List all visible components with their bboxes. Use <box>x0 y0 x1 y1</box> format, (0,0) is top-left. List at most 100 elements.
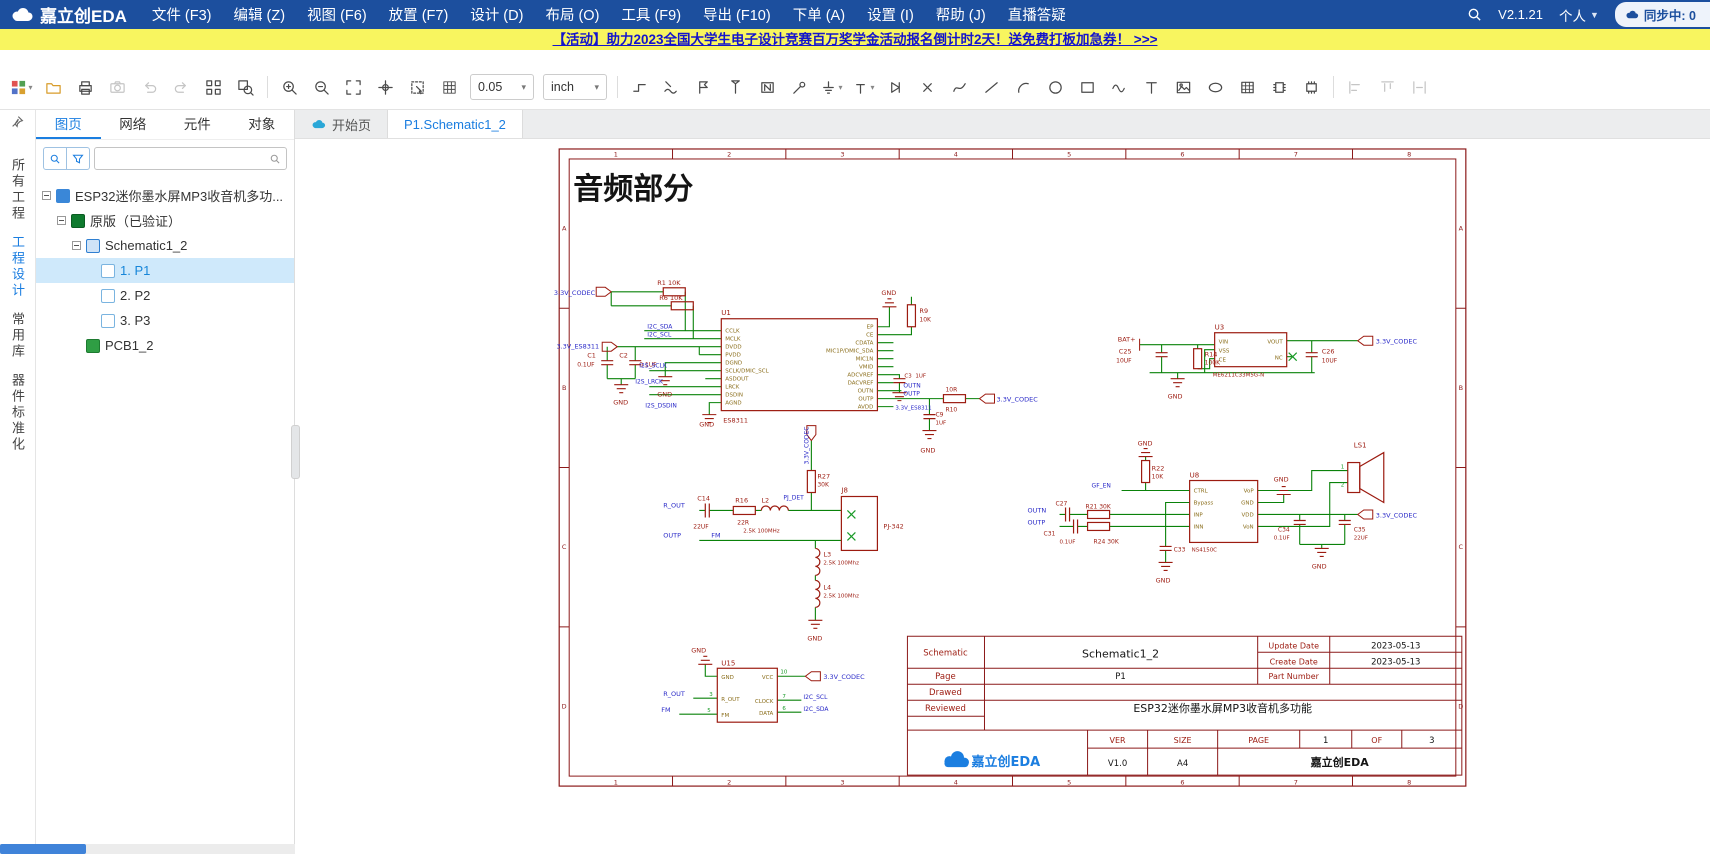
schematic-label[interactable]: 3.3V_CODEC <box>1376 511 1418 519</box>
schematic-label[interactable]: 7 <box>1294 150 1298 158</box>
schematic-label[interactable]: OUTP <box>1028 518 1046 526</box>
promo-banner-link[interactable]: 【活动】助力2023全国大学生电子设计竞赛百万奖学金活动报名倒计时2天！送免费打… <box>553 32 1158 47</box>
global-search-button[interactable] <box>1467 7 1482 22</box>
schematic-label[interactable]: GND <box>1168 393 1183 401</box>
schematic-label[interactable]: MIC1P/DMIC_SDA <box>826 349 874 355</box>
schematic-label[interactable]: GND <box>691 646 706 654</box>
schematic-label[interactable]: VOUT <box>1267 340 1283 346</box>
bezier-button[interactable] <box>1104 72 1135 102</box>
theme-button[interactable]: ▾ <box>6 72 37 102</box>
sheet-table-button[interactable] <box>1232 72 1263 102</box>
schematic-label[interactable]: 3.3V_CODEC <box>823 673 865 681</box>
schematic-label[interactable]: 3.3V_CODEC <box>1376 338 1418 346</box>
menu-item[interactable]: 直播答疑 <box>997 4 1077 25</box>
schematic-label[interactable]: 7 <box>782 694 786 700</box>
schematic-label[interactable]: R22 <box>1152 465 1165 473</box>
schematic-label[interactable]: 10K <box>919 317 932 324</box>
schematic-label[interactable]: I2C_SDA <box>647 324 673 331</box>
tree-expander[interactable] <box>57 216 66 225</box>
schematic-label[interactable]: C9 <box>935 412 943 419</box>
menu-item[interactable]: 文件 (F3) <box>141 4 223 25</box>
schematic-label[interactable]: EP <box>867 325 874 331</box>
activity-tab[interactable]: 常用库 <box>8 312 27 360</box>
schematic-label[interactable]: 1UF <box>915 374 926 380</box>
schematic-label[interactable]: R16 <box>735 496 748 504</box>
schematic-label[interactable]: GND <box>1312 562 1327 570</box>
schematic-label[interactable]: 8 <box>1407 779 1411 787</box>
panel-resize-handle[interactable] <box>291 425 300 479</box>
schematic-label[interactable]: I2C_SCL <box>647 332 672 339</box>
schematic-label[interactable]: 1UF <box>935 421 946 427</box>
line-button[interactable] <box>976 72 1007 102</box>
menu-item[interactable]: 布局 (O) <box>534 4 610 25</box>
tree-expander[interactable] <box>42 191 51 200</box>
schematic-label[interactable]: D <box>562 702 567 710</box>
schematic-label[interactable]: GND <box>1274 476 1289 484</box>
menu-item[interactable]: 视图 (F6) <box>296 4 378 25</box>
redo-button[interactable] <box>166 72 197 102</box>
schematic-label[interactable]: 2 <box>727 779 731 787</box>
schematic-label[interactable]: U15 <box>721 659 735 667</box>
schematic-label[interactable]: R10 <box>945 407 957 414</box>
schematic-label[interactable]: PJ-342 <box>883 522 903 530</box>
schematic-label[interactable]: CE <box>866 333 874 339</box>
schematic-label[interactable]: OUTP <box>858 397 874 403</box>
panel-tab[interactable]: 元件 <box>165 110 230 139</box>
schematic-label[interactable]: 10 <box>780 669 787 675</box>
zoom-in-button[interactable] <box>274 72 305 102</box>
schematic-label[interactable]: VIN <box>1219 340 1228 346</box>
tree-item[interactable]: 1. P1 <box>36 258 294 283</box>
panel-tab[interactable]: 图页 <box>36 110 101 139</box>
schematic-label[interactable]: 3.3V_CODEC <box>803 427 810 465</box>
tree-item[interactable]: PCB1_2 <box>36 333 294 358</box>
schematic-label[interactable]: C1 <box>587 352 596 360</box>
schematic-label[interactable]: I2S_SCLK <box>639 363 668 370</box>
schematic-label[interactable]: DGND <box>725 361 742 367</box>
schematic-label[interactable]: ESP32迷你墨水屏MP3收音机多功能 <box>1133 701 1312 715</box>
schematic-label[interactable]: ADCVREF <box>847 373 873 379</box>
ground-button[interactable]: ▾ <box>816 72 847 102</box>
filter-button[interactable] <box>67 148 89 169</box>
schematic-label[interactable]: VoP <box>1244 489 1255 495</box>
schematic-label[interactable]: 3 <box>840 779 844 787</box>
tree-item[interactable]: 3. P3 <box>36 308 294 333</box>
schematic-label[interactable]: C34 <box>1278 526 1290 533</box>
schematic-label[interactable]: 0.1UF <box>577 362 595 369</box>
schematic-label[interactable]: 音频部分 <box>573 172 693 207</box>
schematic-label[interactable]: D <box>1458 702 1463 710</box>
schematic-label[interactable]: Page <box>935 672 956 682</box>
pin-panel-button[interactable] <box>11 115 24 133</box>
net-label-button[interactable] <box>688 72 719 102</box>
schematic-label[interactable]: V1.0 <box>1108 759 1127 769</box>
schematic-label[interactable]: L2 <box>761 496 769 504</box>
schematic-label[interactable]: 3 <box>1429 736 1434 746</box>
grid-size-select[interactable]: 0.05 ▾ <box>470 74 534 100</box>
schematic-label[interactable]: R1 10K <box>657 279 681 287</box>
schematic-label[interactable]: A <box>1459 225 1464 233</box>
schematic-label[interactable]: OUTN <box>858 389 874 395</box>
schematic-label[interactable]: 2023-05-13 <box>1371 657 1420 667</box>
schematic-label[interactable]: FM <box>711 531 720 539</box>
menu-item[interactable]: 设计 (D) <box>459 4 534 25</box>
schematic-label[interactable]: Drawed <box>929 688 962 698</box>
schematic-label[interactable]: U8 <box>1190 472 1200 480</box>
schematic-label[interactable]: VSS <box>1219 349 1230 355</box>
panel-tab[interactable]: 网络 <box>101 110 166 139</box>
panel-horizontal-scrollbar[interactable] <box>0 844 295 854</box>
schematic-label[interactable]: 10UF <box>1116 358 1132 365</box>
schematic-label[interactable]: PJ_DET <box>783 495 804 502</box>
activity-tab[interactable]: 器件标准化 <box>8 373 27 453</box>
schematic-label[interactable]: ME6211C33M5G-N <box>1213 373 1265 379</box>
schematic-label[interactable]: R27 <box>817 473 830 481</box>
grid-setting-button[interactable] <box>434 72 465 102</box>
schematic-label[interactable]: Create Date <box>1270 657 1318 666</box>
schematic-label[interactable]: I2S_DSDIN <box>645 403 677 410</box>
wire-button[interactable] <box>624 72 655 102</box>
schematic-label[interactable]: GND <box>920 447 935 455</box>
schematic-label[interactable]: OUTN <box>903 383 920 390</box>
schematic-label[interactable]: DSDIN <box>725 393 743 399</box>
schematic-label[interactable]: DVDD <box>725 345 741 351</box>
schematic-label[interactable]: Bypass <box>1194 500 1214 506</box>
rectangle-button[interactable] <box>1072 72 1103 102</box>
probe-button[interactable] <box>784 72 815 102</box>
